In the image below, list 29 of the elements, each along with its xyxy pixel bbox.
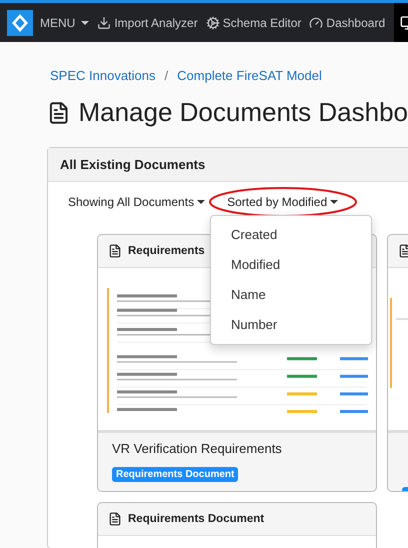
document-icon: [398, 244, 408, 258]
nav-link[interactable]: Import Analyzer: [96, 16, 199, 30]
gear-icon: [206, 16, 220, 30]
page-title: Manage Documents Dashbo: [78, 97, 408, 128]
breadcrumb-link[interactable]: SPEC Innovations: [50, 68, 156, 83]
menu-item[interactable]: Number: [211, 310, 371, 340]
menu-item[interactable]: Name: [211, 280, 371, 310]
breadcrumb-link[interactable]: Complete FireSAT Model: [177, 68, 322, 83]
card-header-title: Requirements: [128, 245, 205, 257]
logo-icon[interactable]: [7, 10, 33, 36]
document-title: VR Verification Requirements: [112, 440, 283, 458]
nav-link[interactable]: Schema Editor: [204, 16, 302, 30]
document-card[interactable]: Requirements Document: [97, 502, 377, 548]
caret-icon: [197, 200, 206, 204]
caret-icon: [81, 20, 90, 24]
document-type-tag: Requirements Document: [112, 467, 238, 482]
card-header-title: Requirements Document: [128, 513, 264, 525]
document-icon: [108, 512, 122, 526]
document-icon: [47, 100, 70, 126]
menu-button[interactable]: MENU: [39, 16, 90, 30]
filter-dropdown[interactable]: Showing All Documents: [64, 193, 210, 211]
caret-icon: [330, 200, 338, 204]
menu-item[interactable]: Modified: [211, 250, 371, 280]
dashboard-icon: [309, 16, 324, 30]
panel-title: All Existing Documents: [60, 157, 206, 172]
download-icon: [97, 16, 112, 30]
breadcrumb-separator: /: [164, 68, 168, 83]
nav-link[interactable]: Dashboard: [308, 16, 386, 30]
document-icon: [108, 244, 122, 258]
